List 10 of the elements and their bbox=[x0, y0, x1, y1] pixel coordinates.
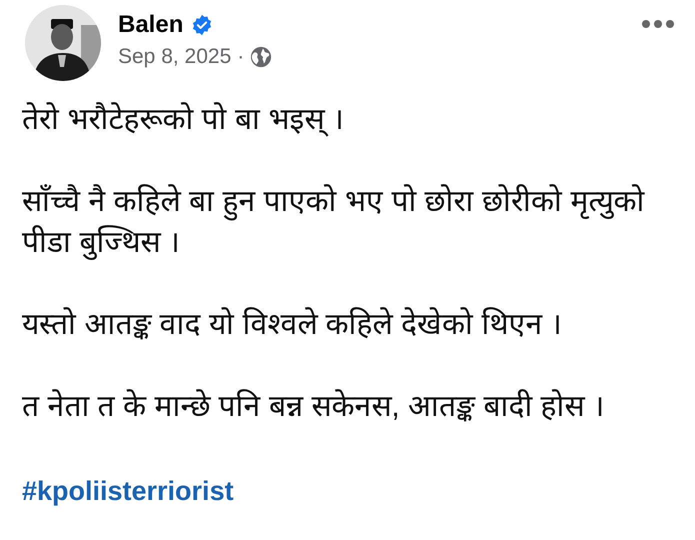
separator: · bbox=[237, 45, 244, 69]
hashtag-link[interactable]: #kpoliisterriorist bbox=[22, 471, 234, 512]
post-paragraph: तेरो भरौटेहरूको पो बा भइस् । bbox=[22, 101, 345, 138]
more-options-icon[interactable] bbox=[641, 19, 675, 29]
post-date[interactable]: Sep 8, 2025 bbox=[118, 45, 232, 69]
post-paragraph: त नेता त के मान्छे पनि बन्न सकेनस, आतङ्क बादी होस । bbox=[22, 388, 606, 425]
globe-icon bbox=[250, 46, 272, 68]
post-paragraph: साँच्चै नै कहिले बा हुन पाएको भए पो छोरा छोरीको मृत्युको पीडा बुज्थिस । bbox=[22, 183, 646, 262]
author-name[interactable]: Balen bbox=[118, 11, 184, 39]
post-paragraph: यस्तो आतङ्क वाद यो विश्वले कहिले देखेको थिएन । bbox=[22, 306, 563, 343]
